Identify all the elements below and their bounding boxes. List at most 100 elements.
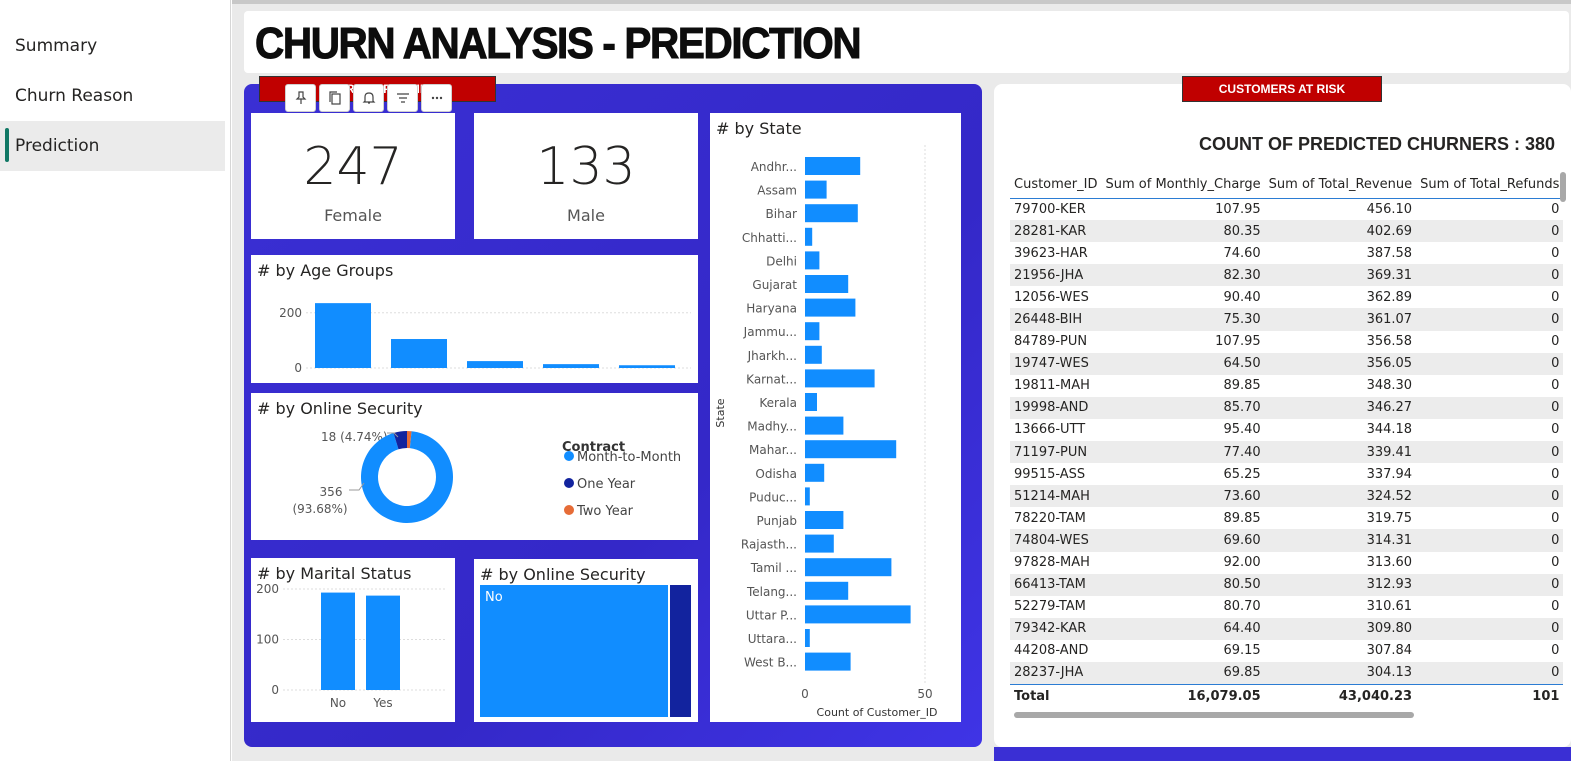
table-cell: 73.60 [1101, 485, 1265, 508]
legend-item-label: Two Year [576, 504, 634, 519]
table-cell: 80.35 [1101, 220, 1265, 243]
vertical-scrollbar[interactable] [1560, 172, 1566, 202]
table-cell: 0 [1551, 422, 1560, 438]
marital-category-label: No [330, 696, 346, 710]
pin-icon[interactable] [285, 84, 316, 112]
table-row[interactable]: 28237-JHA 69.85 304.13 0 [1010, 661, 1564, 685]
treemap-tile-yes[interactable] [670, 585, 691, 717]
table-cell: 324.52 [1264, 485, 1417, 508]
table-row[interactable]: 79342-KAR 64.40 309.80 0 [1010, 617, 1564, 640]
state-bar-chart[interactable]: # by State Andhr... Assam Bihar Chhatti... D… [710, 113, 961, 722]
more-icon[interactable] [421, 84, 452, 112]
table-cell: 95.40 [1223, 422, 1261, 438]
column-header[interactable]: Customer_ID [1010, 172, 1102, 199]
table-cell: 0 [1416, 573, 1564, 596]
horizontal-scrollbar[interactable] [1014, 712, 1414, 718]
table-cell: 74804-WES [1010, 529, 1102, 552]
table-cell: 307.84 [1366, 643, 1413, 659]
table-row[interactable]: 66413-TAM 80.50 312.93 0 [1010, 573, 1564, 596]
legend-item-label: Month-to-Month [577, 450, 681, 465]
table-cell: 65.25 [1223, 466, 1261, 482]
table-row[interactable]: 84789-PUN 107.95 356.58 0 [1010, 331, 1563, 353]
age-bar [315, 303, 371, 368]
nav-item-churn-reason[interactable]: Churn Reason [0, 71, 225, 121]
table-cell: 92.00 [1223, 555, 1261, 571]
column-header[interactable]: Sum of Total_Refunds [1416, 172, 1564, 199]
state-bar [805, 322, 820, 341]
state-category-label: Bihar [766, 207, 798, 221]
male-kpi-card[interactable]: 133 Male [474, 113, 698, 239]
table-row[interactable]: 28281-KAR 80.35 402.69 0 [1010, 220, 1564, 243]
table-row[interactable]: 52279-TAM 80.70 310.61 0 [1010, 596, 1563, 618]
female-kpi-card[interactable]: 247 Female [251, 113, 455, 239]
table-row[interactable]: 74804-WES 69.60 314.31 0 [1010, 529, 1564, 552]
table-row[interactable]: 21956-JHA 82.30 369.31 0 [1010, 264, 1564, 287]
state-chart-plot: Andhr... Assam Bihar Chhatti... Delhi Gujarat… [714, 145, 938, 719]
online-security-treemap[interactable]: # by Online Security No [474, 559, 698, 722]
total-cell: Total [1010, 683, 1102, 709]
table-row[interactable]: 12056-WES 90.40 362.89 0 [1010, 286, 1563, 308]
table-cell: 0 [1416, 661, 1564, 685]
state-category-label: Madhy... [747, 420, 797, 434]
column-header[interactable]: Sum of Total_Revenue [1264, 172, 1417, 199]
state-category-label: Assam [757, 184, 797, 198]
table-cell: 19747-WES [1010, 352, 1102, 375]
column-header[interactable]: Sum of Monthly_Charge [1101, 172, 1265, 199]
table-cell: 339.41 [1264, 441, 1417, 464]
female-label: Female [324, 206, 382, 225]
table-row[interactable]: 13666-UTT 95.40 344.18 0 [1010, 419, 1563, 441]
table-cell: 0 [1416, 220, 1564, 243]
table-cell: 79342-KAR [1010, 617, 1102, 640]
table-row[interactable]: 19811-MAH 89.85 348.30 0 [1010, 375, 1563, 397]
table-total-row: Total 16,079.05 43,040.23 101 [1010, 683, 1564, 709]
nav-item-prediction[interactable]: Prediction [0, 121, 225, 171]
marital-tick-label: 100 [256, 633, 279, 647]
table-cell: 21956-JHA [1010, 264, 1102, 287]
table-cell: 107.95 [1215, 334, 1261, 350]
table-row[interactable]: 99515-ASS 65.25 337.94 0 [1010, 463, 1563, 485]
table-cell: 309.80 [1264, 617, 1417, 640]
table-row[interactable]: 19747-WES 64.50 356.05 0 [1010, 352, 1564, 375]
table-cell: 0 [1416, 308, 1564, 331]
table-row[interactable]: 19998-AND 85.70 346.27 0 [1010, 396, 1564, 419]
marital-status-chart[interactable]: # by Marital Status 0 100 200 No Yes [251, 558, 455, 722]
table-row[interactable]: 26448-BIH 75.30 361.07 0 [1010, 308, 1564, 331]
table-cell: 64.40 [1101, 617, 1265, 640]
state-bar [805, 180, 827, 199]
age-groups-chart[interactable]: # by Age Groups 0 200 [251, 255, 698, 383]
table-row[interactable]: 51214-MAH 73.60 324.52 0 [1010, 485, 1564, 508]
right-panel-bottom-bar [994, 747, 1571, 761]
treemap-tile-no[interactable]: No [480, 585, 668, 717]
state-category-label: Punjab [756, 514, 797, 528]
table-row[interactable]: 39623-HAR 74.60 387.58 0 [1010, 242, 1563, 264]
table-row[interactable]: 71197-PUN 77.40 339.41 0 [1010, 441, 1564, 464]
table-cell: 90.40 [1223, 289, 1261, 305]
female-count: 247 [303, 137, 403, 197]
state-tick-label: 50 [917, 687, 932, 701]
table-cell: 356.05 [1264, 352, 1417, 375]
customers-at-risk-table[interactable]: Customer_ID Sum of Monthly_Charge Sum of T… [1010, 172, 1564, 709]
state-bar [805, 558, 892, 577]
table-row[interactable]: 44208-AND 69.15 307.84 0 [1010, 640, 1563, 662]
table-cell: 78220-TAM [1014, 510, 1086, 526]
table-row[interactable]: 97828-MAH 92.00 313.60 0 [1010, 552, 1563, 574]
table-row[interactable]: 79700-KER 107.95 456.10 0 [1010, 198, 1563, 220]
bell-icon[interactable] [353, 84, 384, 112]
filter-icon[interactable] [387, 84, 418, 112]
table-cell: 13666-UTT [1014, 422, 1086, 438]
copy-icon[interactable] [319, 84, 350, 112]
table-row[interactable]: 78220-TAM 89.85 319.75 0 [1010, 507, 1563, 529]
marital-bar [366, 595, 400, 690]
state-category-label: Haryana [746, 302, 797, 316]
page-navigation-sidebar: Summary Churn Reason Prediction [0, 0, 231, 761]
state-bar [805, 251, 820, 270]
table-cell: 0 [1416, 617, 1564, 640]
customers-at-risk-panel: CUSTOMERS AT RISK COUNT OF PREDICTED CHU… [994, 76, 1571, 747]
state-xaxis-label: Count of Customer_ID [817, 706, 938, 719]
table-cell: 337.94 [1366, 466, 1413, 482]
online-security-donut-chart[interactable]: # by Online Security 18 (4.74%) 356 (93.… [251, 393, 698, 540]
nav-item-summary[interactable]: Summary [0, 21, 225, 71]
state-bar [805, 393, 817, 411]
churned-profile-panel: CHURNED PROFILE 247 Female 133 Male # by… [244, 76, 982, 747]
state-category-label: Uttara... [748, 632, 797, 646]
